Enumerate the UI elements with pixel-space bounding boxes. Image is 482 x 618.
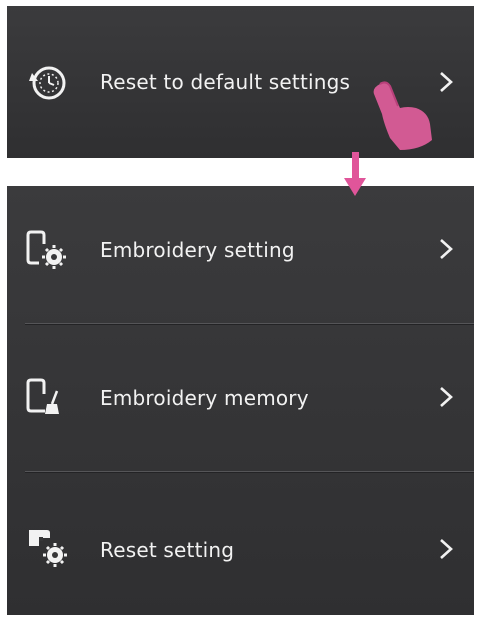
embroidery-memory-label: Embroidery memory <box>100 386 309 410</box>
reset-setting-item[interactable]: Reset setting <box>7 516 474 582</box>
embroidery-hoop-broom-icon <box>26 378 59 414</box>
reset-setting-label: Reset setting <box>100 538 235 562</box>
reset-clock-icon <box>29 66 66 100</box>
settings-menu-panel: Embroidery setting Embroidery memory Res… <box>7 186 474 615</box>
embroidery-hoop-gear-icon <box>26 230 66 269</box>
sewing-machine-gear-icon <box>29 530 67 567</box>
chevron-right-icon <box>440 387 453 407</box>
pointing-hand-icon <box>373 81 432 150</box>
chevron-right-icon <box>440 72 453 92</box>
embroidery-memory-item[interactable]: Embroidery memory <box>7 364 474 430</box>
reset-to-default-settings-label: Reset to default settings <box>100 70 351 94</box>
arrow-down-icon <box>344 152 366 196</box>
chevron-right-icon <box>440 239 453 259</box>
embroidery-setting-label: Embroidery setting <box>100 238 295 262</box>
divider <box>25 324 474 325</box>
chevron-right-icon <box>440 539 453 559</box>
embroidery-setting-item[interactable]: Embroidery setting <box>7 216 474 282</box>
divider <box>25 472 474 473</box>
